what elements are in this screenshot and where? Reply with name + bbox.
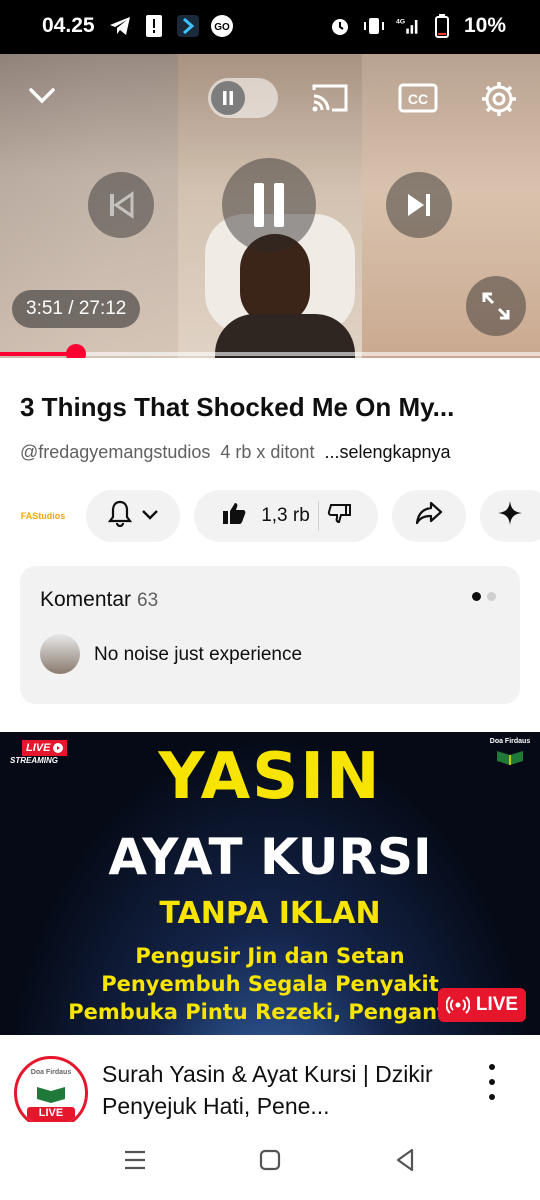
thumbs-down-icon[interactable] <box>327 501 351 531</box>
svg-text:CC: CC <box>408 91 428 107</box>
alert-icon <box>142 14 166 38</box>
status-time: 04.25 <box>42 14 95 37</box>
cast-icon[interactable] <box>308 78 352 118</box>
thumb-line-4: Pengusir Jin dan Setan <box>135 944 405 968</box>
more-options-icon[interactable] <box>480 1062 504 1102</box>
skip-previous-icon[interactable] <box>88 172 154 238</box>
fullscreen-icon[interactable] <box>466 276 526 336</box>
recent-apps-icon[interactable] <box>110 1140 160 1180</box>
view-count: 4 rb x ditont <box>220 442 315 462</box>
next-video-title[interactable]: Surah Yasin & Ayat Kursi | Dzikir Penyej… <box>102 1058 472 1122</box>
channel-avatar[interactable]: FAStudios <box>21 502 66 530</box>
video-player[interactable]: CC 3:51 / 27:12 <box>0 54 540 358</box>
pause-icon <box>211 81 245 115</box>
comments-label: Komentar <box>40 588 132 611</box>
comments-count: 63 <box>137 590 159 611</box>
thumb-line-2: AYAT KURSI <box>108 828 432 886</box>
video-meta[interactable]: @fredagyemangstudios 4 rb x ditont ...se… <box>20 442 451 463</box>
share-icon <box>415 501 443 531</box>
show-more-link[interactable]: ...selengkapnya <box>324 442 450 463</box>
go-icon: GO <box>210 14 234 38</box>
chevron-down-icon <box>141 505 159 527</box>
thumb-line-1: YASIN <box>158 740 382 814</box>
battery-icon <box>430 14 454 38</box>
like-button[interactable]: 1,3 rb <box>221 500 310 532</box>
app-arrow-icon <box>176 14 200 38</box>
gear-icon[interactable] <box>476 76 522 122</box>
like-dislike-group: 1,3 rb <box>194 490 378 542</box>
carousel-dots <box>472 592 496 601</box>
progress-fill <box>0 352 77 356</box>
like-count: 1,3 rb <box>261 505 310 526</box>
autoplay-toggle[interactable] <box>208 78 278 118</box>
alarm-icon <box>328 14 352 38</box>
skip-next-icon[interactable] <box>386 172 452 238</box>
pause-icon[interactable] <box>222 158 316 252</box>
svg-text:4G: 4G <box>396 18 405 25</box>
svg-text:GO: GO <box>214 22 230 33</box>
subscribe-notification-button[interactable] <box>86 490 180 542</box>
vibrate-icon <box>362 14 386 38</box>
commenter-avatar <box>40 634 80 674</box>
thumbs-up-icon <box>221 500 247 532</box>
next-video-channel-avatar[interactable]: Doa Firdaus LIVE <box>14 1056 88 1130</box>
signal-icon: 4G <box>396 14 420 38</box>
live-badge: LIVE <box>438 988 526 1022</box>
closed-captions-icon[interactable]: CC <box>396 78 440 118</box>
telegram-icon <box>108 14 132 38</box>
status-bar: 04.25 GO 4G 10% <box>0 0 540 54</box>
system-nav-bar <box>0 1122 540 1200</box>
chevron-down-icon[interactable] <box>22 76 62 116</box>
battery-level: 10% <box>463 14 506 37</box>
home-icon[interactable] <box>245 1140 295 1180</box>
broadcast-icon <box>445 996 470 1014</box>
action-row: FAStudios 1,3 rb <box>0 488 540 544</box>
share-button[interactable] <box>392 490 466 542</box>
channel-handle[interactable]: @fredagyemangstudios <box>20 442 210 463</box>
top-comment-text: No noise just experience <box>94 644 303 665</box>
comments-section[interactable]: Komentar 63 No noise just experience <box>20 566 520 704</box>
ask-ai-button[interactable] <box>480 490 540 542</box>
bell-icon <box>107 499 133 533</box>
thumb-line-3: TANPA IKLAN <box>159 896 381 931</box>
sparkle-icon <box>497 500 523 532</box>
progress-bar[interactable] <box>0 344 540 364</box>
back-icon[interactable] <box>380 1140 430 1180</box>
video-title[interactable]: 3 Things That Shocked Me On My... <box>20 392 520 423</box>
book-icon <box>37 1087 65 1103</box>
next-video-info[interactable]: Doa Firdaus LIVE Surah Yasin & Ayat Kurs… <box>0 1052 540 1130</box>
time-display: 3:51 / 27:12 <box>12 290 141 328</box>
